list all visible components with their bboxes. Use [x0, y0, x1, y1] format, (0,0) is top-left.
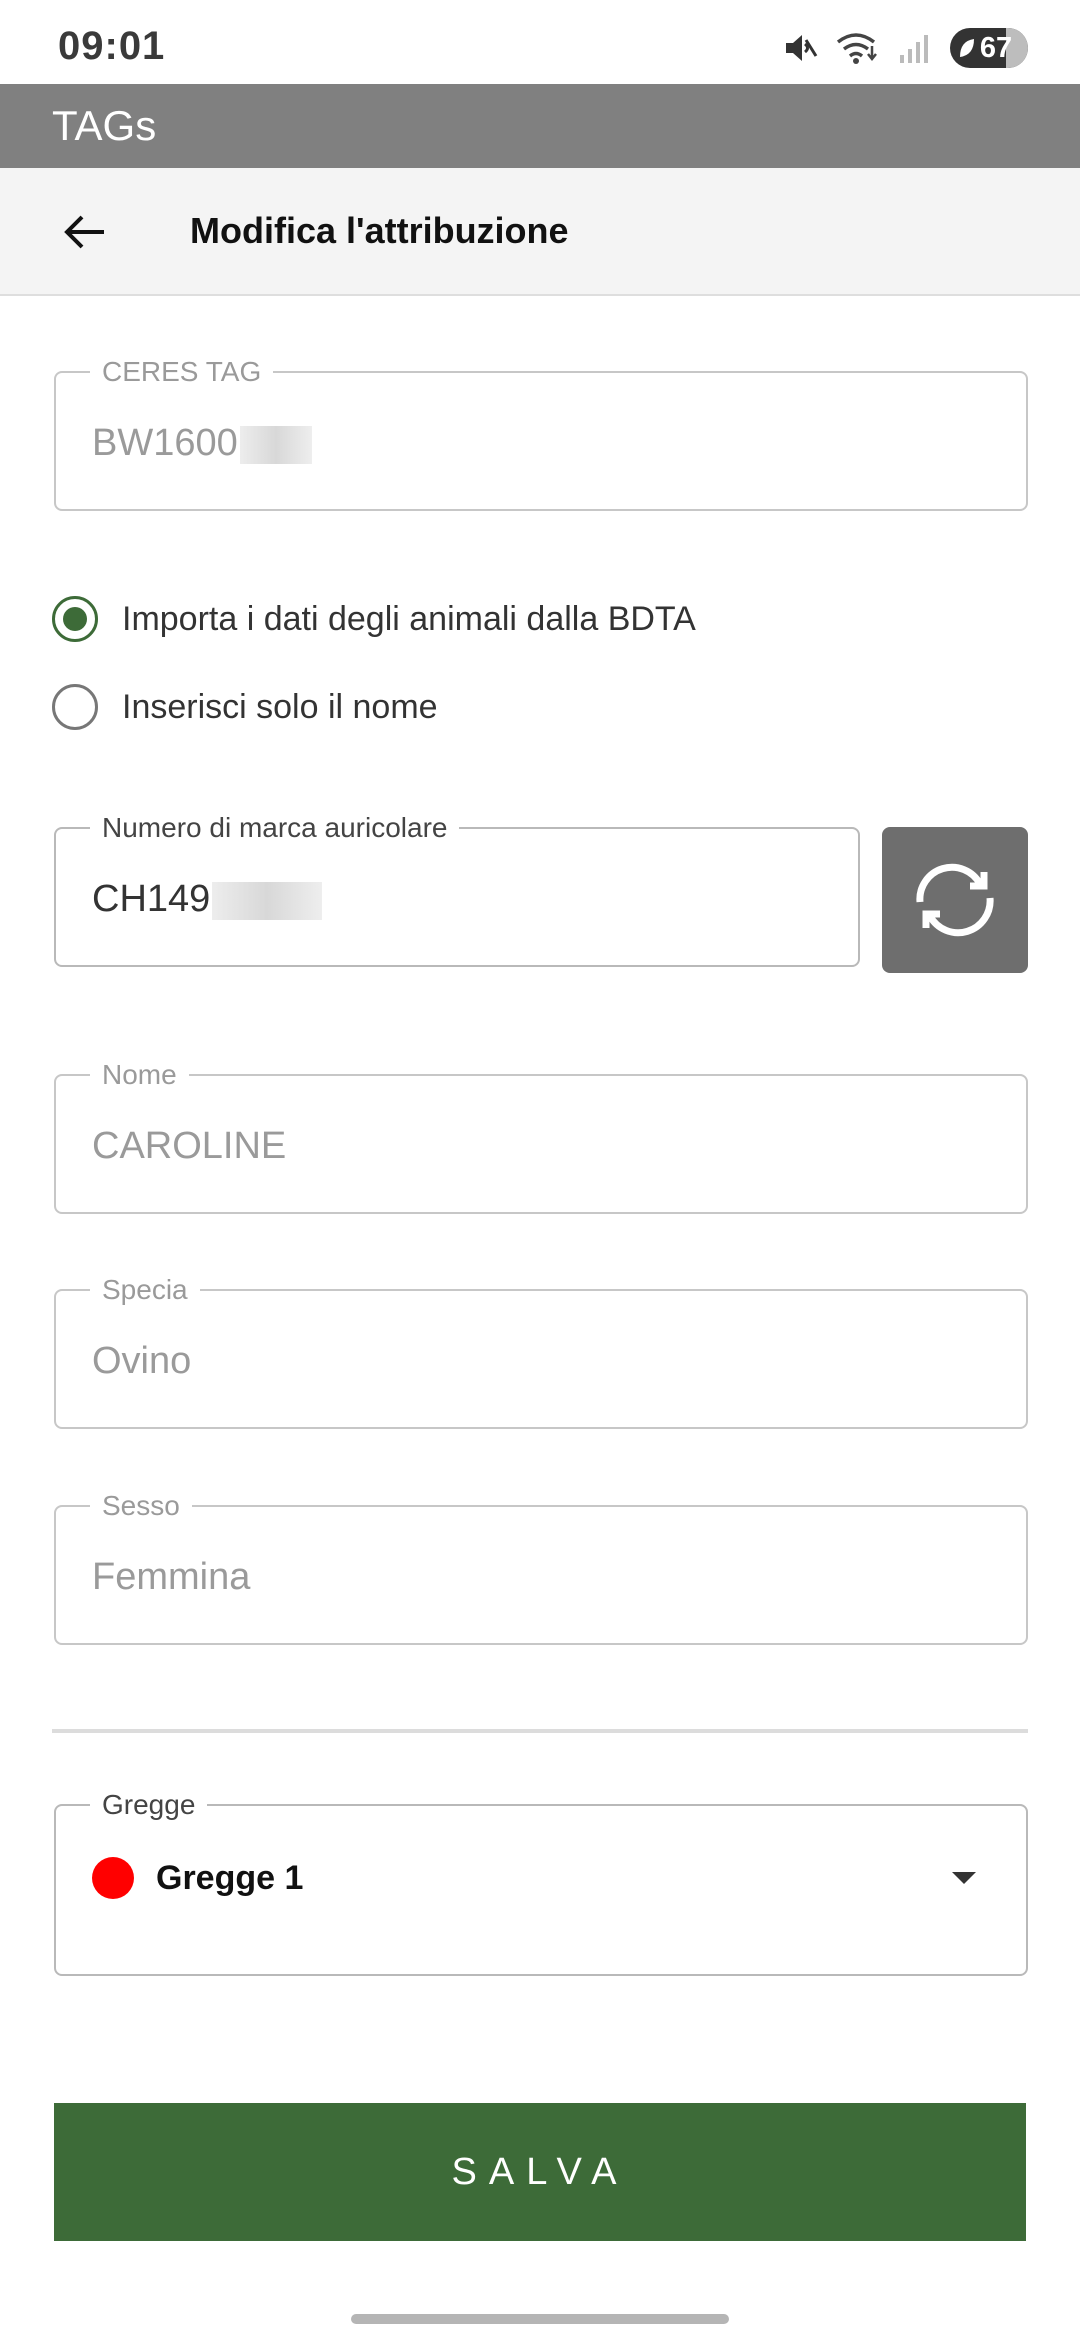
ear-tag-label: Numero di marca auricolare [90, 812, 460, 844]
home-indicator[interactable] [351, 2314, 729, 2324]
specia-label: Specia [90, 1274, 200, 1306]
arrow-left-icon [64, 215, 104, 249]
ear-tag-value: CH149 [92, 877, 323, 921]
sesso-value: Femmina [92, 1556, 251, 1598]
mute-icon [782, 30, 818, 66]
app-bar: TAGs [0, 84, 1080, 168]
redacted-area [239, 425, 312, 464]
redacted-area [212, 881, 323, 920]
page-title: Modifica l'attribuzione [190, 210, 569, 251]
refresh-button[interactable] [882, 827, 1028, 973]
radio-name-only[interactable]: Inserisci solo il nome [52, 684, 438, 730]
chevron-down-icon[interactable] [952, 1872, 976, 1884]
wifi-icon [836, 30, 880, 66]
battery-level: 67 [979, 31, 1013, 64]
specia-value: Ovino [92, 1340, 192, 1382]
nome-value: CAROLINE [92, 1125, 287, 1167]
specia-field: Specia Ovino [54, 1274, 1028, 1429]
status-icons: 67 [782, 26, 1028, 70]
signal-icon [898, 31, 932, 65]
gregge-label: Gregge [90, 1789, 208, 1821]
radio-import-label: Importa i dati degli animali dalla BDTA [122, 599, 696, 638]
sesso-label: Sesso [90, 1490, 192, 1522]
sesso-field: Sesso Femmina [54, 1490, 1028, 1645]
divider [52, 1729, 1028, 1733]
gregge-select[interactable]: Gregge Gregge 1 [54, 1789, 1028, 1976]
save-button[interactable]: SALVA [54, 2103, 1026, 2241]
radio-button-unselected[interactable] [52, 684, 98, 730]
ear-tag-input[interactable]: Numero di marca auricolare CH149 [54, 812, 860, 967]
radio-import-bdta[interactable]: Importa i dati degli animali dalla BDTA [52, 596, 696, 642]
nome-field: Nome CAROLINE [54, 1059, 1028, 1214]
refresh-icon [916, 863, 994, 937]
radio-name-only-label: Inserisci solo il nome [122, 687, 438, 726]
battery-icon: 67 [950, 28, 1028, 68]
nome-label: Nome [90, 1059, 189, 1091]
save-button-label: SALVA [451, 2150, 629, 2193]
radio-button-selected[interactable] [52, 596, 98, 642]
ceres-tag-label: CERES TAG [90, 356, 274, 388]
ceres-tag-field: CERES TAG BW1600 [54, 356, 1028, 511]
back-button[interactable] [50, 198, 118, 266]
app-title: TAGs [52, 102, 157, 149]
page-header: Modifica l'attribuzione [0, 168, 1080, 296]
gregge-color-dot [92, 1857, 134, 1899]
gregge-value: Gregge 1 [156, 1859, 304, 1897]
ceres-tag-value: BW1600 [92, 421, 312, 465]
status-bar: 09:01 67 [0, 0, 1080, 84]
status-time: 09:01 [58, 24, 166, 68]
